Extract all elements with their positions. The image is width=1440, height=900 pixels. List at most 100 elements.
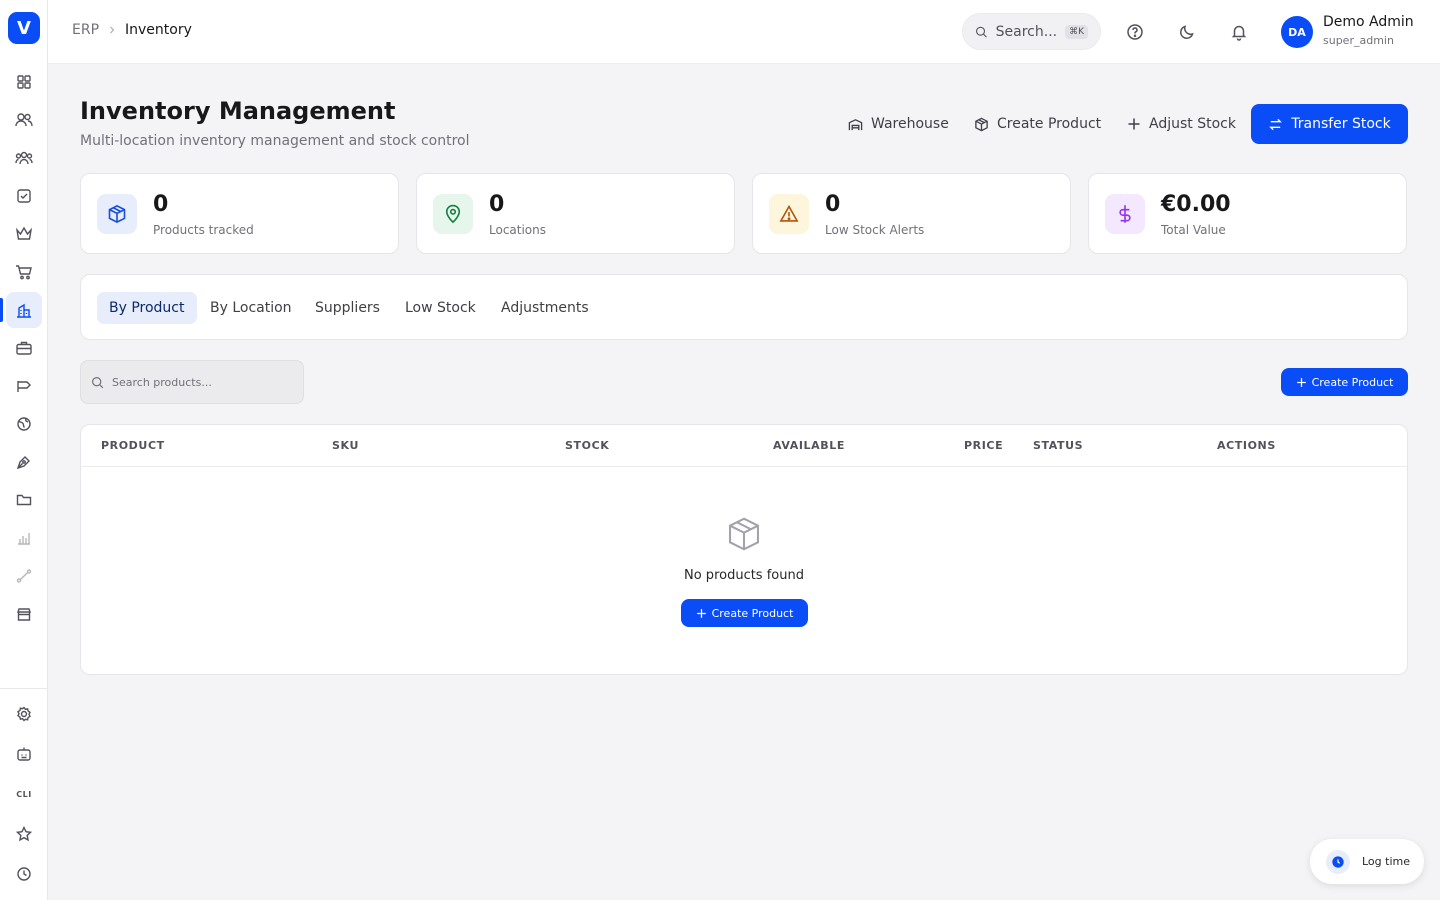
- sidebar-item-cart[interactable]: [6, 254, 42, 290]
- column-header-sku[interactable]: SKU: [332, 439, 359, 452]
- column-header-available[interactable]: AVAILABLE: [773, 439, 845, 452]
- sidebar-item-cli[interactable]: CLI: [6, 776, 42, 812]
- box-icon: [975, 117, 988, 131]
- stat-label: Locations: [489, 223, 547, 237]
- sidebar-item-inventory[interactable]: [6, 292, 42, 328]
- sidebar-item-store[interactable]: [6, 596, 42, 632]
- cart-icon: [16, 265, 32, 280]
- plus-icon: [1128, 118, 1140, 130]
- empty-state-create-label: Create Product: [711, 606, 794, 620]
- sidebar-item-settings[interactable]: [6, 696, 42, 732]
- page-title: Inventory Management: [80, 97, 396, 125]
- building-icon: [17, 303, 31, 318]
- stat-icon-box: [97, 194, 137, 234]
- tabs-bar: By Product By Location Suppliers Low Sto…: [80, 274, 1408, 340]
- avatar[interactable]: DA: [1281, 16, 1313, 48]
- sidebar-item-favorites[interactable]: [6, 816, 42, 852]
- product-search-input[interactable]: [112, 375, 292, 389]
- warehouse-label: Warehouse: [871, 116, 949, 132]
- stat-value: 0: [825, 192, 841, 217]
- global-search-placeholder: Search...: [995, 23, 1058, 40]
- transfer-stock-button[interactable]: Transfer Stock: [1251, 104, 1408, 144]
- create-product-label: Create Product: [997, 116, 1102, 132]
- create-product-toolbar-button[interactable]: Create Product: [1281, 368, 1408, 396]
- empty-state-text: No products found: [684, 568, 804, 583]
- tab-suppliers[interactable]: Suppliers: [303, 292, 392, 324]
- sidebar-item-briefcase[interactable]: [6, 330, 42, 366]
- sidebar-item-tasks[interactable]: [6, 178, 42, 214]
- store-icon: [17, 608, 31, 621]
- breadcrumb-root[interactable]: ERP: [72, 22, 99, 38]
- transfer-icon: [1269, 118, 1283, 130]
- grid-icon: [17, 75, 31, 89]
- warning-icon: [779, 204, 799, 222]
- chevron-right-icon: [110, 26, 115, 34]
- global-search[interactable]: Search... ⌘K: [962, 13, 1101, 50]
- tab-by-product[interactable]: By Product: [97, 292, 197, 324]
- stat-card-total-value: €0.00 Total Value: [1088, 173, 1407, 254]
- warehouse-icon: [848, 118, 863, 130]
- shortcut-badge: ⌘K: [1065, 24, 1088, 39]
- sidebar-item-crown[interactable]: [6, 216, 42, 252]
- sidebar-item-bot[interactable]: [6, 736, 42, 772]
- sidebar-item-team[interactable]: [6, 140, 42, 176]
- sidebar-item-history[interactable]: [6, 856, 42, 892]
- help-button[interactable]: [1123, 20, 1147, 44]
- clock-icon: [17, 867, 31, 881]
- sidebar-item-routes[interactable]: [6, 558, 42, 594]
- create-product-button[interactable]: Create Product: [974, 104, 1101, 144]
- stat-card-low-stock: 0 Low Stock Alerts: [752, 173, 1071, 254]
- column-header-product[interactable]: PRODUCT: [101, 439, 165, 452]
- megaphone-icon: [17, 381, 31, 392]
- breadcrumb-current: Inventory: [125, 22, 192, 38]
- column-header-price[interactable]: PRICE: [964, 439, 1003, 452]
- stat-value: 0: [153, 192, 169, 217]
- product-search[interactable]: [80, 360, 304, 404]
- column-header-stock[interactable]: STOCK: [565, 439, 609, 452]
- sidebar-item-folder[interactable]: [6, 482, 42, 518]
- sidebar-item-globe[interactable]: [6, 406, 42, 442]
- stat-label: Low Stock Alerts: [825, 223, 925, 237]
- transfer-stock-label: Transfer Stock: [1291, 116, 1391, 132]
- empty-state-create-button[interactable]: Create Product: [681, 599, 808, 627]
- adjust-stock-button[interactable]: Adjust Stock: [1127, 104, 1236, 144]
- bell-icon: [1231, 25, 1247, 41]
- plus-icon: [696, 608, 706, 618]
- tab-adjustments[interactable]: Adjustments: [489, 292, 601, 324]
- empty-state-box-icon: [726, 515, 762, 557]
- plus-icon: [1296, 377, 1306, 387]
- sidebar-item-users[interactable]: [6, 102, 42, 138]
- map-pin-icon: [445, 204, 461, 224]
- help-icon: [1127, 24, 1143, 40]
- stat-value: 0: [489, 192, 505, 217]
- cli-label: CLI: [16, 789, 32, 799]
- sidebar-item-dashboard[interactable]: [6, 64, 42, 100]
- box-icon: [108, 204, 126, 224]
- search-icon: [92, 376, 104, 388]
- user-name[interactable]: Demo Admin: [1323, 14, 1414, 30]
- stat-icon-pin: [433, 194, 473, 234]
- sidebar-item-marketing[interactable]: [6, 368, 42, 404]
- settings-icon: [17, 706, 31, 722]
- theme-toggle-button[interactable]: [1175, 20, 1199, 44]
- pen-icon: [16, 456, 30, 470]
- adjust-stock-label: Adjust Stock: [1149, 116, 1236, 132]
- log-time-button[interactable]: Log time: [1310, 839, 1424, 884]
- notifications-button[interactable]: [1227, 20, 1251, 44]
- sidebar-item-pen[interactable]: [6, 444, 42, 480]
- column-header-actions: ACTIONS: [1217, 439, 1276, 452]
- column-header-status[interactable]: STATUS: [1033, 439, 1083, 452]
- chart-icon: [18, 533, 30, 545]
- sidebar-item-analytics[interactable]: [6, 520, 42, 556]
- route-icon: [16, 569, 32, 583]
- tab-low-stock[interactable]: Low Stock: [393, 292, 488, 324]
- log-time-icon: [1326, 849, 1350, 874]
- tab-by-location[interactable]: By Location: [198, 292, 304, 324]
- moon-icon: [1180, 25, 1194, 39]
- users-icon: [15, 113, 33, 127]
- breadcrumb: ERP Inventory: [72, 22, 192, 38]
- stat-card-products: 0 Products tracked: [80, 173, 399, 254]
- warehouse-button[interactable]: Warehouse: [848, 104, 949, 144]
- team-icon: [15, 151, 33, 165]
- app-logo[interactable]: V: [8, 12, 40, 44]
